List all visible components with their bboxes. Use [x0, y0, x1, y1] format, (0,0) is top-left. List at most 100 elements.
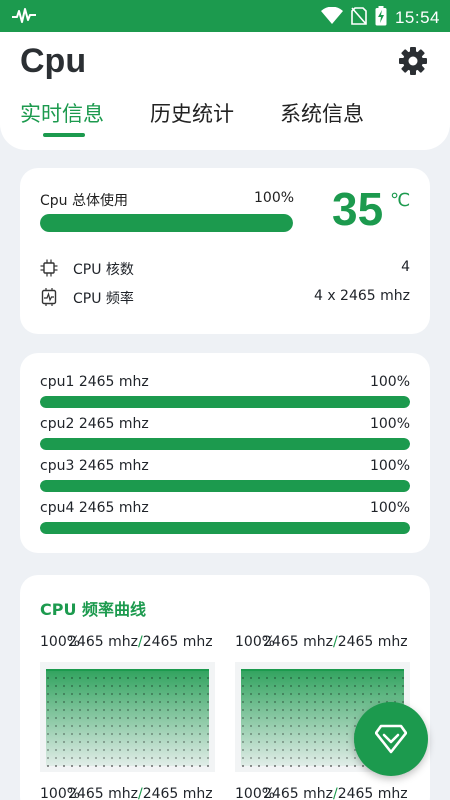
floating-action-button[interactable] [354, 702, 428, 776]
grid-dot [258, 709, 260, 711]
grid-dot [207, 749, 209, 751]
grid-dot [183, 733, 185, 735]
grid-dot [47, 677, 49, 679]
grid-dot [135, 765, 137, 767]
grid-dot [290, 709, 292, 711]
grid-dot [354, 717, 356, 719]
grid-dot [79, 685, 81, 687]
grid-dot [250, 677, 252, 679]
grid-dot [127, 693, 129, 695]
grid-dot [402, 685, 404, 687]
grid-dot [322, 741, 324, 743]
grid-dot [298, 749, 300, 751]
grid-dot [135, 685, 137, 687]
grid-dot [71, 725, 73, 727]
grid-dot [330, 749, 332, 751]
grid-dot [175, 701, 177, 703]
grid-dot [127, 709, 129, 711]
grid-dot [207, 765, 209, 767]
grid-dot [95, 701, 97, 703]
grid-dot [199, 717, 201, 719]
grid-dot [159, 693, 161, 695]
grid-dot [183, 749, 185, 751]
grid-dot [79, 757, 81, 759]
grid-dot [338, 701, 340, 703]
grid-dot [282, 709, 284, 711]
grid-dot [314, 741, 316, 743]
grid-dot [346, 757, 348, 759]
grid-dot [362, 685, 364, 687]
tab-realtime[interactable]: 实时信息 [20, 98, 104, 128]
grid-dot [386, 677, 388, 679]
grid-dot [274, 693, 276, 695]
core-progress-bar [40, 438, 410, 450]
grid-dot [258, 757, 260, 759]
gear-icon[interactable] [398, 46, 428, 76]
grid-dot [167, 733, 169, 735]
grid-dot [111, 765, 113, 767]
grid-dot [191, 693, 193, 695]
grid-dot [282, 685, 284, 687]
grid-dot [87, 749, 89, 751]
grid-dot [290, 685, 292, 687]
grid-dot [274, 717, 276, 719]
grid-dot [151, 709, 153, 711]
grid-dot [151, 717, 153, 719]
grid-dot [175, 725, 177, 727]
grid-dot [370, 693, 372, 695]
tab-history[interactable]: 历史统计 [150, 98, 234, 128]
grid-dot [47, 741, 49, 743]
grid-dot [258, 717, 260, 719]
grid-dot [111, 757, 113, 759]
grid-dot [151, 693, 153, 695]
grid-dot [143, 717, 145, 719]
grid-dot [282, 701, 284, 703]
grid-dot [402, 677, 404, 679]
grid-dot [322, 693, 324, 695]
grid-dot [298, 757, 300, 759]
graph-max: 2465 mhz [337, 786, 408, 800]
grid-dot [79, 693, 81, 695]
grid-dot [199, 693, 201, 695]
grid-dot [55, 717, 57, 719]
grid-dot [322, 717, 324, 719]
grid-dot [242, 701, 244, 703]
grid-dot [119, 725, 121, 727]
core-name: cpu2 2465 mhz [40, 416, 149, 432]
grid-dot [266, 709, 268, 711]
grid-dot [87, 733, 89, 735]
tab-system-info[interactable]: 系统信息 [280, 98, 364, 128]
grid-dot [330, 693, 332, 695]
grid-dot [191, 733, 193, 735]
grid-dot [242, 725, 244, 727]
grid-dot [282, 765, 284, 767]
grid-dot [95, 693, 97, 695]
grid-dot [290, 725, 292, 727]
grid-dot [111, 693, 113, 695]
grid-dot [111, 709, 113, 711]
core-progress-fill [40, 438, 410, 450]
grid-dot [151, 741, 153, 743]
grid-dot [119, 717, 121, 719]
grid-dot [242, 717, 244, 719]
grid-dot [111, 725, 113, 727]
grid-dot [47, 693, 49, 695]
grid-dot [143, 741, 145, 743]
grid-dot [95, 677, 97, 679]
grid-dot [183, 765, 185, 767]
grid-dot [167, 717, 169, 719]
grid-dot [191, 757, 193, 759]
grid-dot [191, 709, 193, 711]
grid-dot [79, 765, 81, 767]
grid-dot [242, 677, 244, 679]
grid-dot [127, 749, 129, 751]
core-progress-bar [40, 396, 410, 408]
grid-dot [258, 741, 260, 743]
grid-dot [207, 685, 209, 687]
grid-dot [111, 717, 113, 719]
grid-dot [330, 701, 332, 703]
core-row: cpu4 2465 mhz 100% [40, 500, 410, 538]
grid-dot [290, 677, 292, 679]
grid-dot [290, 749, 292, 751]
grid-dot [135, 677, 137, 679]
